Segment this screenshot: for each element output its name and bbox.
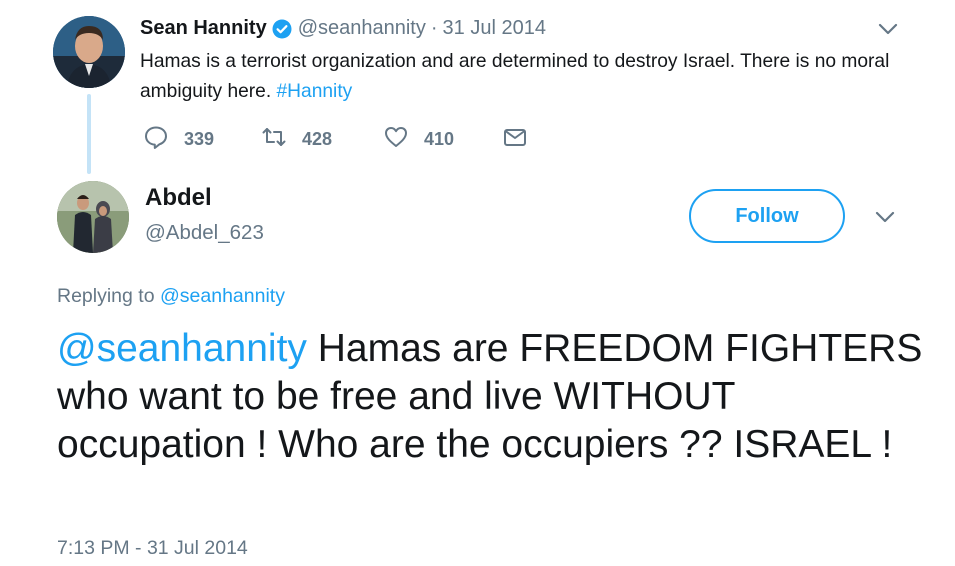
- replying-to-line: Replying to @seanhannity: [57, 285, 285, 308]
- like-button[interactable]: 410: [383, 124, 454, 155]
- parent-display-name[interactable]: Sean Hannity: [140, 17, 267, 40]
- reply-icon: [143, 124, 169, 155]
- verified-badge-icon: [272, 19, 292, 39]
- reply-count: 339: [184, 128, 215, 149]
- direct-message-button[interactable]: [502, 124, 528, 155]
- reply-tweet-text: @seanhannity Hamas are FREEDOM FIGHTERS …: [57, 325, 927, 469]
- reply-mention-link[interactable]: @seanhannity: [57, 327, 307, 370]
- chevron-down-icon[interactable]: [875, 18, 901, 40]
- thread-connector-line: [87, 94, 91, 174]
- like-count: 410: [424, 128, 455, 149]
- reply-display-name[interactable]: Abdel: [145, 184, 212, 212]
- reply-timestamp[interactable]: 7:13 PM - 31 Jul 2014: [57, 537, 248, 560]
- parent-handle[interactable]: @seanhannity: [298, 17, 426, 40]
- abdel-avatar[interactable]: [57, 181, 129, 253]
- direct-message-icon: [502, 124, 528, 155]
- retweet-button[interactable]: 428: [261, 124, 332, 155]
- follow-button[interactable]: Follow: [689, 189, 845, 243]
- parent-tweet-body: Hamas is a terrorist organization and ar…: [140, 51, 890, 102]
- replying-to-mention[interactable]: @seanhannity: [160, 285, 285, 307]
- reply-handle[interactable]: @Abdel_623: [145, 221, 264, 245]
- retweet-count: 428: [302, 128, 333, 149]
- parent-tweet-text: Hamas is a terrorist organization and ar…: [140, 47, 920, 107]
- header-separator: ·: [430, 17, 438, 39]
- replying-to-prefix: Replying to: [57, 285, 160, 307]
- like-icon: [383, 124, 409, 155]
- hashtag-link[interactable]: #Hannity: [277, 81, 353, 102]
- reply-button[interactable]: 339: [143, 124, 214, 155]
- sean-hannity-avatar[interactable]: [53, 16, 125, 88]
- retweet-icon: [261, 124, 287, 155]
- parent-tweet-header: Sean Hannity @seanhannity · 31 Jul 2014: [140, 17, 546, 40]
- parent-date-link[interactable]: 31 Jul 2014: [443, 17, 546, 40]
- chevron-down-icon[interactable]: [872, 206, 898, 228]
